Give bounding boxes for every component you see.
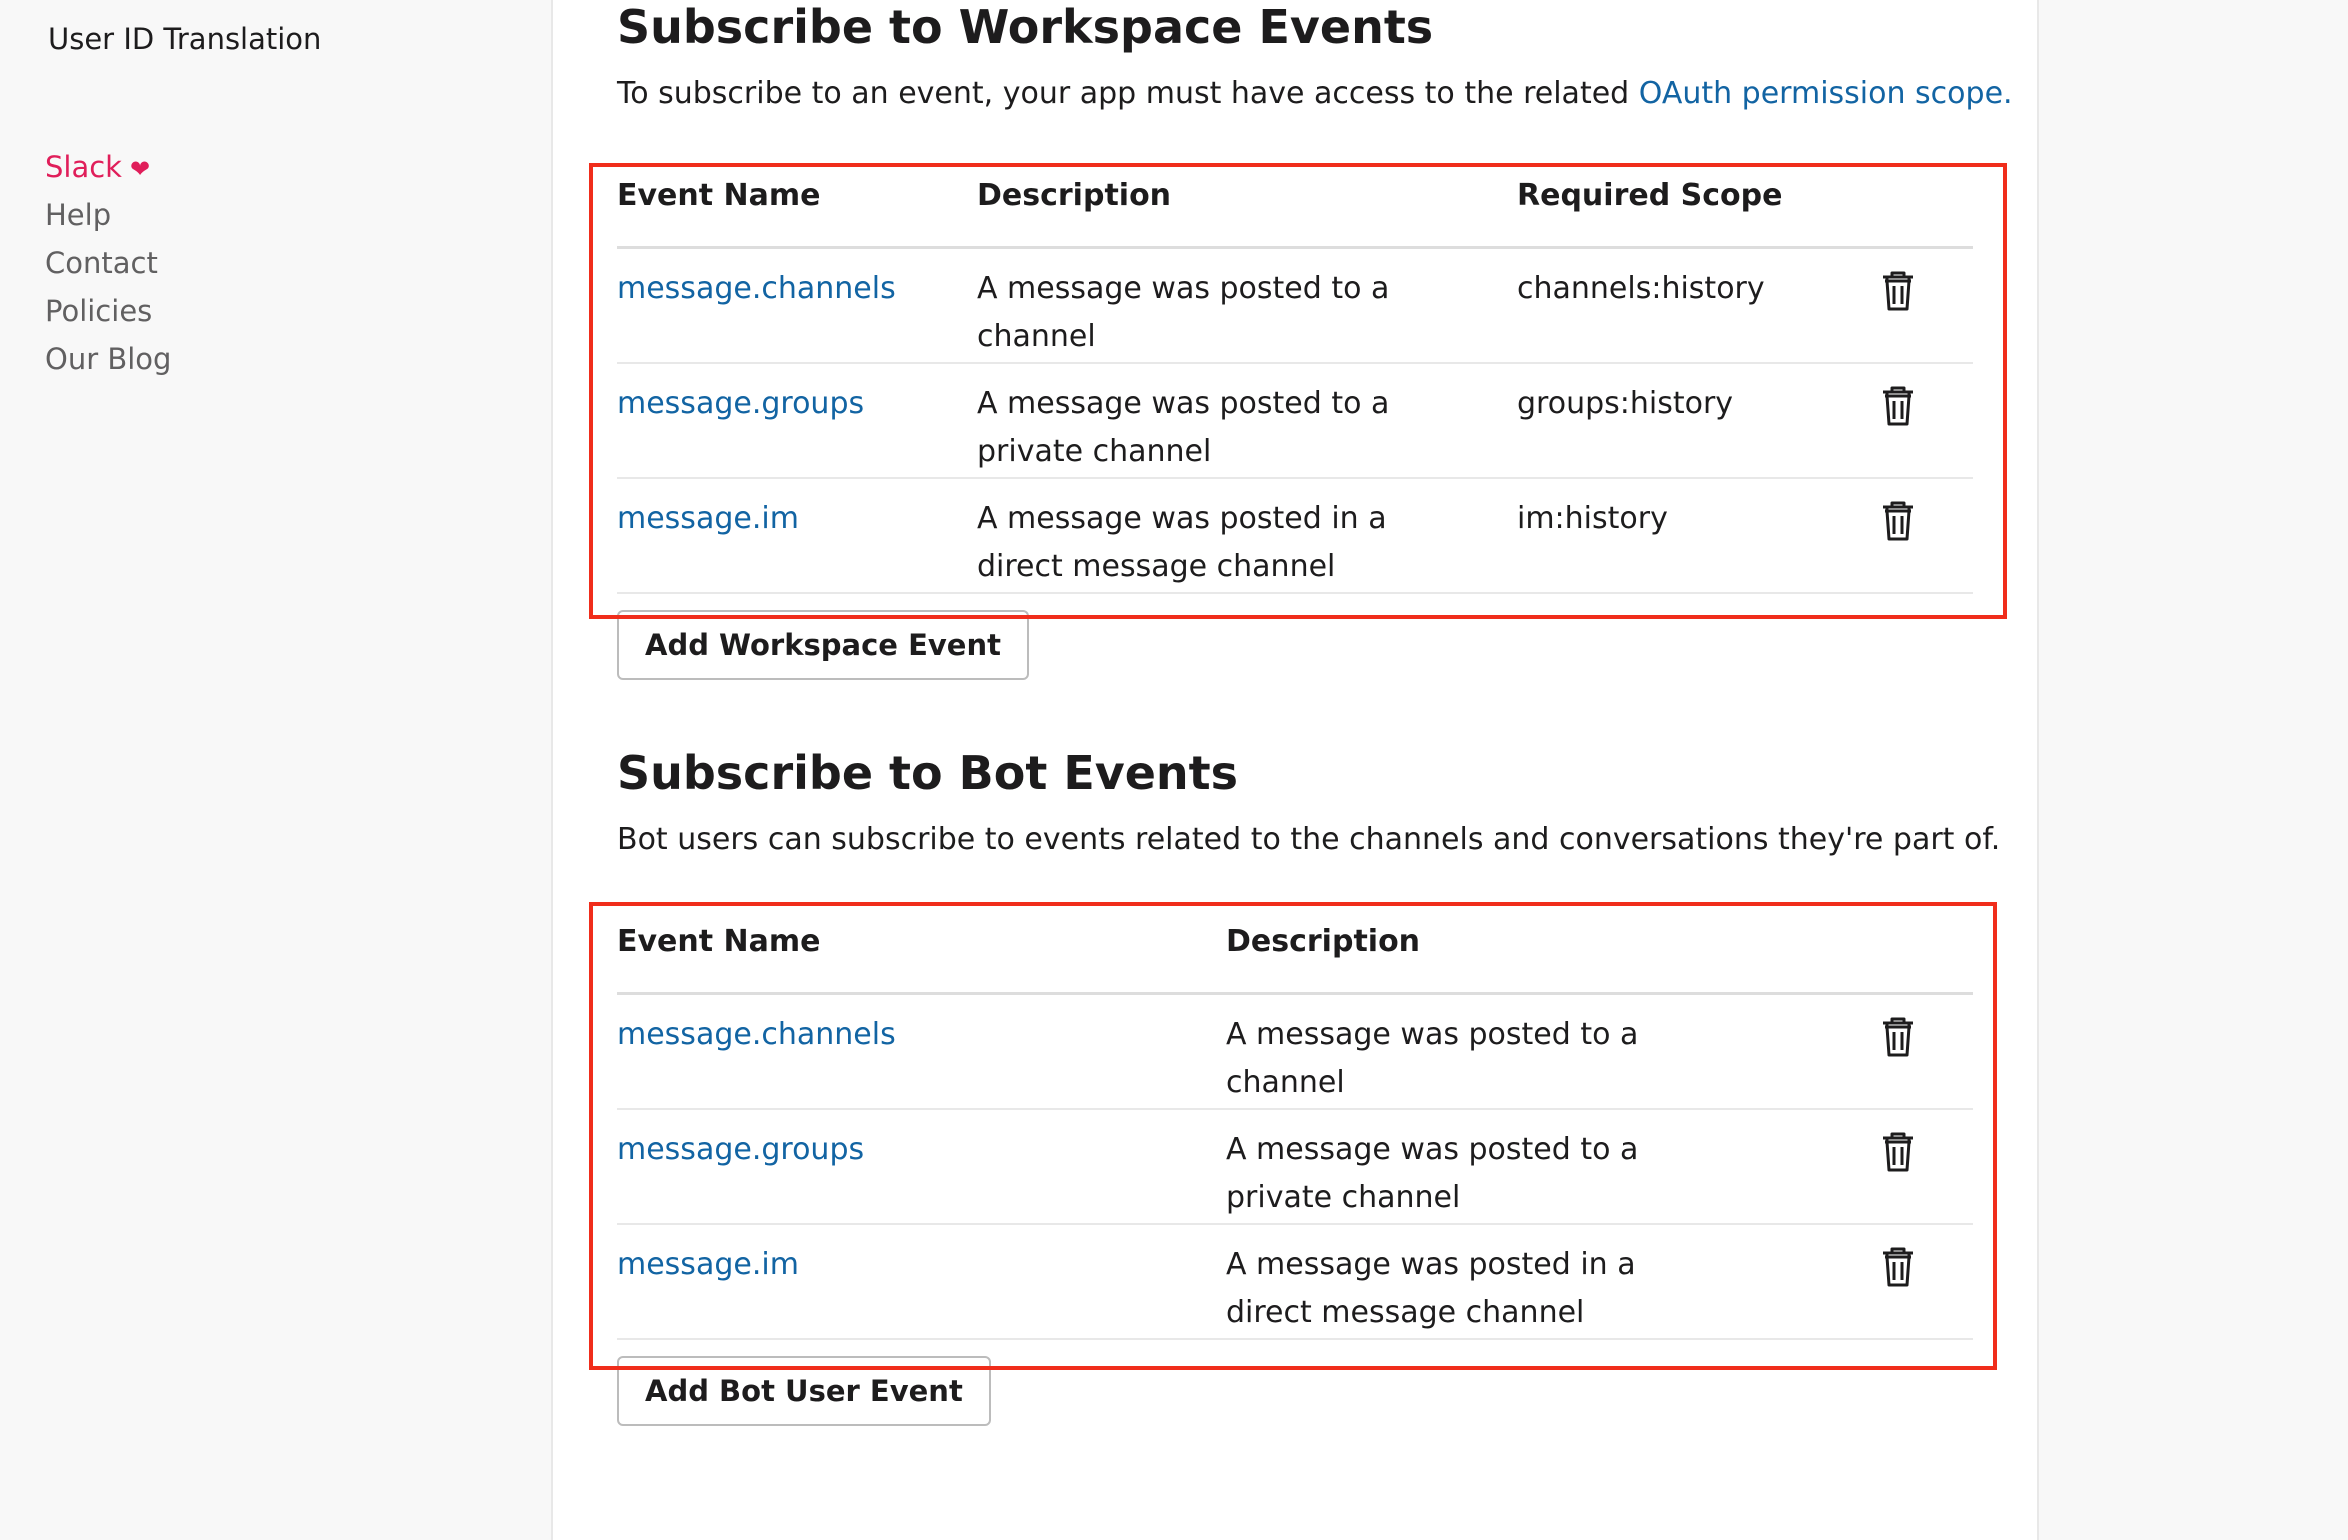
sidebar-links: Slack ❤ Help Contact Policies Our Blog: [45, 143, 171, 383]
sidebar-link-our-blog[interactable]: Our Blog: [45, 335, 171, 383]
event-name-link[interactable]: message.im: [617, 495, 799, 543]
column-header-event-name: Event Name: [617, 924, 821, 959]
required-scope: im:history: [1517, 501, 1668, 536]
sidebar-link-contact[interactable]: Contact: [45, 239, 171, 287]
sidebar-link-slack[interactable]: Slack ❤: [45, 143, 171, 191]
required-scope: channels:history: [1517, 271, 1765, 306]
workspace-events-heading: Subscribe to Workspace Events: [617, 0, 1434, 54]
table-row: message.groups A message was posted to a…: [617, 364, 1973, 479]
table-row: message.im A message was posted in a dir…: [617, 479, 1973, 594]
add-workspace-event-button[interactable]: Add Workspace Event: [617, 610, 1029, 680]
table-header: Event Name Description: [617, 908, 1973, 995]
sidebar-link-label: Slack: [45, 150, 122, 184]
event-name-link[interactable]: message.im: [617, 1241, 799, 1289]
event-name-link[interactable]: message.channels: [617, 1011, 896, 1059]
table-row: message.groups A message was posted to a…: [617, 1110, 1973, 1225]
event-description: A message was posted to a private channe…: [977, 386, 1390, 469]
sidebar-link-policies[interactable]: Policies: [45, 287, 171, 335]
trash-icon[interactable]: [1881, 271, 1915, 311]
event-description: A message was posted in a direct message…: [977, 501, 1387, 584]
oauth-scope-link[interactable]: OAuth permission scope.: [1639, 76, 2013, 111]
column-header-description: Description: [1226, 924, 1421, 959]
bot-events-table: Event Name Description message.channels …: [617, 908, 1973, 1340]
trash-icon[interactable]: [1881, 501, 1915, 541]
trash-icon[interactable]: [1881, 1247, 1915, 1287]
table-row: message.channels A message was posted to…: [617, 249, 1973, 364]
event-description: A message was posted in a direct message…: [1226, 1247, 1636, 1330]
table-header: Event Name Description Required Scope: [617, 162, 1973, 249]
event-name-link[interactable]: message.channels: [617, 265, 896, 313]
workspace-intro-text: To subscribe to an event, your app must …: [617, 76, 1639, 111]
trash-icon[interactable]: [1881, 386, 1915, 426]
column-header-required-scope: Required Scope: [1517, 178, 1783, 213]
column-header-event-name: Event Name: [617, 178, 821, 213]
event-description: A message was posted to a channel: [977, 271, 1390, 354]
event-name-link[interactable]: message.groups: [617, 1126, 864, 1174]
table-row: message.im A message was posted in a dir…: [617, 1225, 1973, 1340]
sidebar-app-title[interactable]: User ID Translation: [48, 22, 321, 56]
trash-icon[interactable]: [1881, 1132, 1915, 1172]
workspace-events-table: Event Name Description Required Scope me…: [617, 162, 1973, 594]
column-header-description: Description: [977, 178, 1172, 213]
trash-icon[interactable]: [1881, 1017, 1915, 1057]
sidebar-link-help[interactable]: Help: [45, 191, 171, 239]
required-scope: groups:history: [1517, 386, 1734, 421]
workspace-events-intro: To subscribe to an event, your app must …: [617, 76, 2013, 111]
table-row: message.channels A message was posted to…: [617, 995, 1973, 1110]
event-description: A message was posted to a private channe…: [1226, 1132, 1639, 1215]
add-bot-user-event-button[interactable]: Add Bot User Event: [617, 1356, 991, 1426]
event-description: A message was posted to a channel: [1226, 1017, 1639, 1100]
event-name-link[interactable]: message.groups: [617, 380, 864, 428]
main-content: Subscribe to Workspace Events To subscri…: [551, 0, 2039, 1540]
sidebar: User ID Translation Slack ❤ Help Contact …: [0, 0, 552, 1520]
heart-icon: ❤: [129, 155, 151, 183]
bot-events-intro: Bot users can subscribe to events relate…: [617, 822, 2001, 857]
bot-events-heading: Subscribe to Bot Events: [617, 746, 1239, 800]
